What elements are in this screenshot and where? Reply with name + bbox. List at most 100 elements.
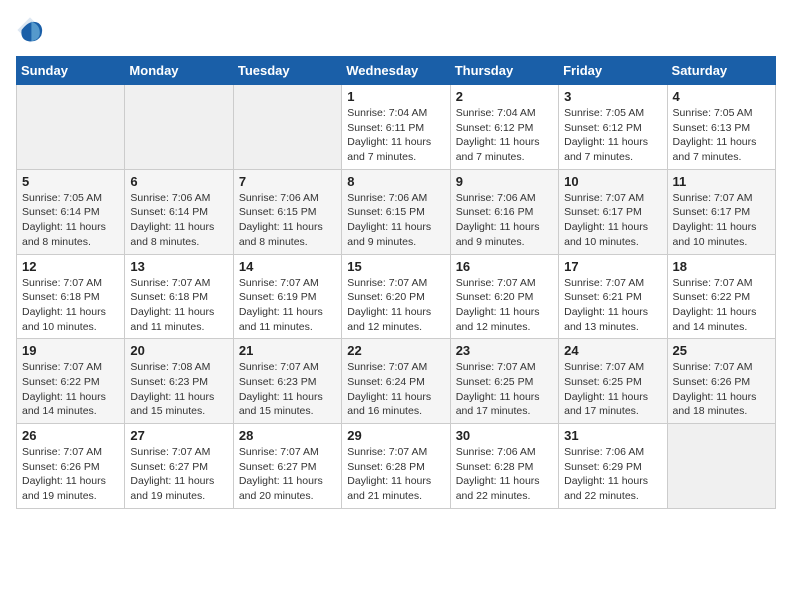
day-info: Sunrise: 7:07 AM Sunset: 6:18 PM Dayligh… — [22, 276, 119, 335]
day-number: 17 — [564, 259, 661, 274]
day-number: 18 — [673, 259, 770, 274]
weekday-header-friday: Friday — [559, 57, 667, 85]
day-info: Sunrise: 7:06 AM Sunset: 6:15 PM Dayligh… — [347, 191, 444, 250]
calendar-cell: 28 Sunrise: 7:07 AM Sunset: 6:27 PM Dayli… — [233, 424, 341, 509]
day-info: Sunrise: 7:07 AM Sunset: 6:18 PM Dayligh… — [130, 276, 227, 335]
day-number: 11 — [673, 174, 770, 189]
day-info: Sunrise: 7:07 AM Sunset: 6:22 PM Dayligh… — [22, 360, 119, 419]
page-header — [16, 16, 776, 44]
calendar-week-row: 19 Sunrise: 7:07 AM Sunset: 6:22 PM Dayli… — [17, 339, 776, 424]
day-info: Sunrise: 7:07 AM Sunset: 6:17 PM Dayligh… — [564, 191, 661, 250]
day-info: Sunrise: 7:05 AM Sunset: 6:12 PM Dayligh… — [564, 106, 661, 165]
day-number: 23 — [456, 343, 553, 358]
day-info: Sunrise: 7:07 AM Sunset: 6:27 PM Dayligh… — [130, 445, 227, 504]
calendar-cell: 27Sunrise: 7:07 AM Sunset: 6:27 PM Dayli… — [125, 424, 233, 509]
calendar-cell: 8Sunrise: 7:06 AM Sunset: 6:15 PM Daylig… — [342, 169, 450, 254]
calendar-cell: 26 Sunrise: 7:07 AM Sunset: 6:26 PM Dayli… — [17, 424, 125, 509]
calendar-cell: 29Sunrise: 7:07 AM Sunset: 6:28 PM Dayli… — [342, 424, 450, 509]
day-info: Sunrise: 7:06 AM Sunset: 6:16 PM Dayligh… — [456, 191, 553, 250]
calendar-cell: 6 Sunrise: 7:06 AM Sunset: 6:14 PM Daylig… — [125, 169, 233, 254]
day-number: 4 — [673, 89, 770, 104]
weekday-header-row: SundayMondayTuesdayWednesdayThursdayFrid… — [17, 57, 776, 85]
day-number: 16 — [456, 259, 553, 274]
weekday-header-sunday: Sunday — [17, 57, 125, 85]
day-info: Sunrise: 7:07 AM Sunset: 6:26 PM Dayligh… — [22, 445, 119, 504]
day-number: 22 — [347, 343, 444, 358]
day-info: Sunrise: 7:07 AM Sunset: 6:22 PM Dayligh… — [673, 276, 770, 335]
calendar-cell: 5Sunrise: 7:05 AM Sunset: 6:14 PM Daylig… — [17, 169, 125, 254]
calendar-cell: 4 Sunrise: 7:05 AM Sunset: 6:13 PM Daylig… — [667, 85, 775, 170]
day-info: Sunrise: 7:07 AM Sunset: 6:21 PM Dayligh… — [564, 276, 661, 335]
day-info: Sunrise: 7:07 AM Sunset: 6:27 PM Dayligh… — [239, 445, 336, 504]
day-number: 13 — [130, 259, 227, 274]
weekday-header-monday: Monday — [125, 57, 233, 85]
calendar-cell: 14 Sunrise: 7:07 AM Sunset: 6:19 PM Dayli… — [233, 254, 341, 339]
day-info: Sunrise: 7:07 AM Sunset: 6:24 PM Dayligh… — [347, 360, 444, 419]
day-number: 3 — [564, 89, 661, 104]
day-number: 19 — [22, 343, 119, 358]
day-info: Sunrise: 7:04 AM Sunset: 6:11 PM Dayligh… — [347, 106, 444, 165]
day-info: Sunrise: 7:07 AM Sunset: 6:20 PM Dayligh… — [347, 276, 444, 335]
weekday-header-tuesday: Tuesday — [233, 57, 341, 85]
day-info: Sunrise: 7:07 AM Sunset: 6:19 PM Dayligh… — [239, 276, 336, 335]
day-number: 26 — [22, 428, 119, 443]
calendar-cell — [125, 85, 233, 170]
day-number: 1 — [347, 89, 444, 104]
day-info: Sunrise: 7:07 AM Sunset: 6:26 PM Dayligh… — [673, 360, 770, 419]
day-info: Sunrise: 7:06 AM Sunset: 6:14 PM Dayligh… — [130, 191, 227, 250]
day-number: 14 — [239, 259, 336, 274]
calendar-week-row: 12 Sunrise: 7:07 AM Sunset: 6:18 PM Dayli… — [17, 254, 776, 339]
calendar-cell: 10 Sunrise: 7:07 AM Sunset: 6:17 PM Dayli… — [559, 169, 667, 254]
logo-icon — [16, 16, 44, 44]
day-number: 15 — [347, 259, 444, 274]
day-info: Sunrise: 7:06 AM Sunset: 6:29 PM Dayligh… — [564, 445, 661, 504]
day-number: 6 — [130, 174, 227, 189]
calendar-cell: 25 Sunrise: 7:07 AM Sunset: 6:26 PM Dayli… — [667, 339, 775, 424]
weekday-header-saturday: Saturday — [667, 57, 775, 85]
calendar-cell: 19 Sunrise: 7:07 AM Sunset: 6:22 PM Dayli… — [17, 339, 125, 424]
calendar-cell: 30Sunrise: 7:06 AM Sunset: 6:28 PM Dayli… — [450, 424, 558, 509]
day-number: 9 — [456, 174, 553, 189]
day-number: 28 — [239, 428, 336, 443]
calendar-cell: 23Sunrise: 7:07 AM Sunset: 6:25 PM Dayli… — [450, 339, 558, 424]
logo — [16, 16, 48, 44]
calendar-cell: 20Sunrise: 7:08 AM Sunset: 6:23 PM Dayli… — [125, 339, 233, 424]
day-number: 30 — [456, 428, 553, 443]
day-info: Sunrise: 7:07 AM Sunset: 6:23 PM Dayligh… — [239, 360, 336, 419]
weekday-header-thursday: Thursday — [450, 57, 558, 85]
calendar-cell: 9 Sunrise: 7:06 AM Sunset: 6:16 PM Daylig… — [450, 169, 558, 254]
calendar-cell: 11 Sunrise: 7:07 AM Sunset: 6:17 PM Dayli… — [667, 169, 775, 254]
day-info: Sunrise: 7:07 AM Sunset: 6:25 PM Dayligh… — [564, 360, 661, 419]
calendar-cell: 16 Sunrise: 7:07 AM Sunset: 6:20 PM Dayli… — [450, 254, 558, 339]
weekday-header-wednesday: Wednesday — [342, 57, 450, 85]
calendar-cell: 31Sunrise: 7:06 AM Sunset: 6:29 PM Dayli… — [559, 424, 667, 509]
calendar-cell: 1 Sunrise: 7:04 AM Sunset: 6:11 PM Daylig… — [342, 85, 450, 170]
calendar-cell: 17 Sunrise: 7:07 AM Sunset: 6:21 PM Dayli… — [559, 254, 667, 339]
calendar-cell — [17, 85, 125, 170]
day-info: Sunrise: 7:07 AM Sunset: 6:20 PM Dayligh… — [456, 276, 553, 335]
day-number: 10 — [564, 174, 661, 189]
calendar-cell: 13 Sunrise: 7:07 AM Sunset: 6:18 PM Dayli… — [125, 254, 233, 339]
day-info: Sunrise: 7:07 AM Sunset: 6:28 PM Dayligh… — [347, 445, 444, 504]
calendar-cell: 18 Sunrise: 7:07 AM Sunset: 6:22 PM Dayli… — [667, 254, 775, 339]
calendar-cell: 2 Sunrise: 7:04 AM Sunset: 6:12 PM Daylig… — [450, 85, 558, 170]
day-number: 20 — [130, 343, 227, 358]
day-number: 25 — [673, 343, 770, 358]
calendar-cell: 21 Sunrise: 7:07 AM Sunset: 6:23 PM Dayli… — [233, 339, 341, 424]
day-info: Sunrise: 7:04 AM Sunset: 6:12 PM Dayligh… — [456, 106, 553, 165]
calendar-cell — [233, 85, 341, 170]
day-number: 2 — [456, 89, 553, 104]
day-info: Sunrise: 7:06 AM Sunset: 6:15 PM Dayligh… — [239, 191, 336, 250]
day-info: Sunrise: 7:07 AM Sunset: 6:17 PM Dayligh… — [673, 191, 770, 250]
calendar-week-row: 5Sunrise: 7:05 AM Sunset: 6:14 PM Daylig… — [17, 169, 776, 254]
calendar-week-row: 1 Sunrise: 7:04 AM Sunset: 6:11 PM Daylig… — [17, 85, 776, 170]
calendar-cell — [667, 424, 775, 509]
calendar-cell: 12 Sunrise: 7:07 AM Sunset: 6:18 PM Dayli… — [17, 254, 125, 339]
day-info: Sunrise: 7:05 AM Sunset: 6:13 PM Dayligh… — [673, 106, 770, 165]
day-number: 7 — [239, 174, 336, 189]
day-number: 12 — [22, 259, 119, 274]
day-number: 21 — [239, 343, 336, 358]
day-info: Sunrise: 7:05 AM Sunset: 6:14 PM Dayligh… — [22, 191, 119, 250]
calendar-cell: 15 Sunrise: 7:07 AM Sunset: 6:20 PM Dayli… — [342, 254, 450, 339]
calendar-cell: 3 Sunrise: 7:05 AM Sunset: 6:12 PM Daylig… — [559, 85, 667, 170]
